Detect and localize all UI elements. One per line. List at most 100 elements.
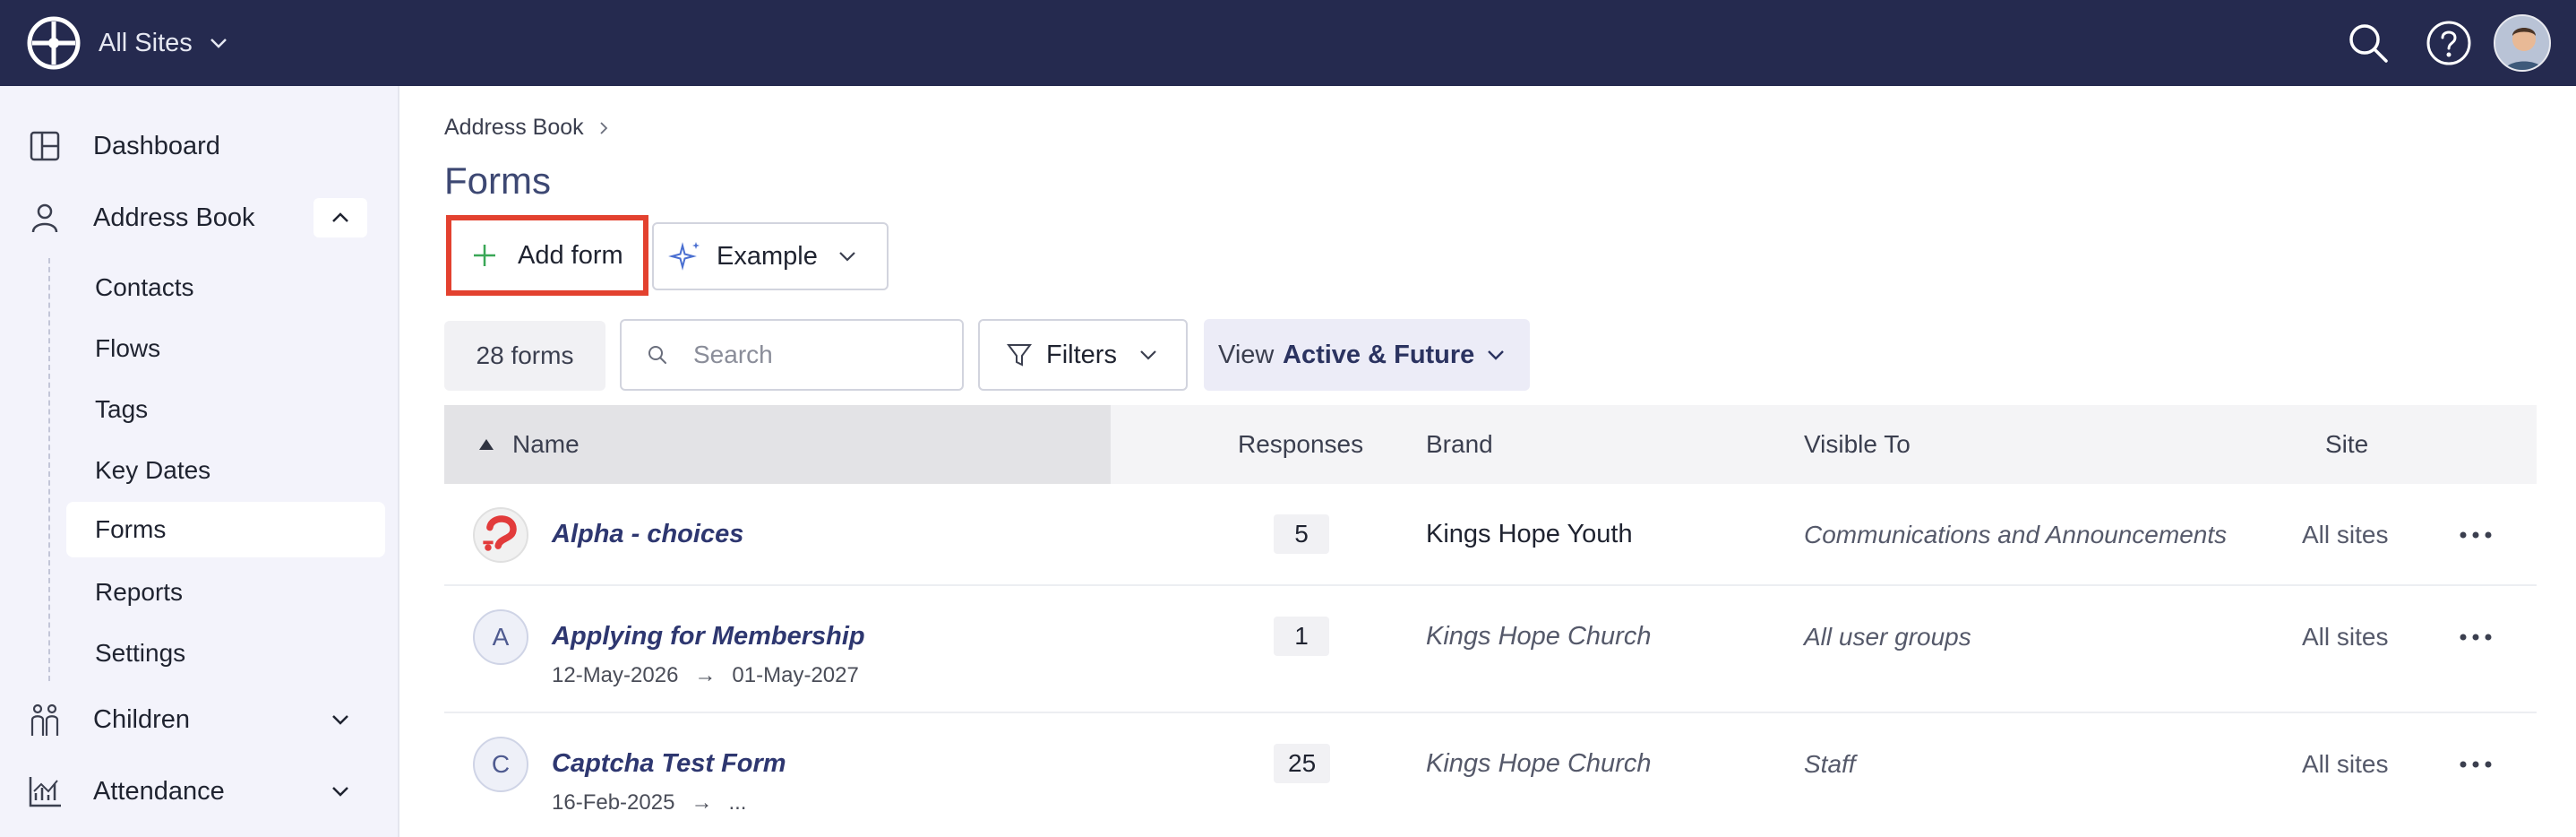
chevron-up-icon	[332, 212, 348, 222]
plus-icon	[474, 245, 495, 266]
form-name-link[interactable]: Alpha - choices	[552, 520, 743, 549]
responses-count[interactable]: 1	[1274, 617, 1329, 656]
column-header-brand[interactable]: Brand	[1426, 405, 1493, 484]
filters-button[interactable]: Filters	[978, 319, 1188, 391]
arrow-right-icon: →	[691, 790, 713, 815]
table-row[interactable]: C Captcha Test Form 16-Feb-2025 → ... 25…	[444, 713, 2537, 837]
sidebar-item-settings[interactable]: Settings	[66, 626, 385, 681]
start-date: 16-Feb-2025	[552, 790, 675, 815]
arrow-right-icon: →	[694, 663, 717, 687]
more-options-icon[interactable]	[2456, 522, 2495, 548]
chevron-right-icon	[600, 121, 607, 134]
responses-count[interactable]: 5	[1274, 514, 1329, 554]
end-date: ...	[728, 790, 747, 815]
form-name-link[interactable]: Captcha Test Form	[552, 749, 786, 779]
sidebar-item-address-book[interactable]: Address Book	[0, 186, 399, 249]
help-icon[interactable]	[2424, 18, 2474, 68]
breadcrumb-address-book[interactable]: Address Book	[444, 115, 584, 141]
end-date: 01-May-2027	[732, 663, 859, 687]
site-name: All sites	[2302, 623, 2389, 651]
site-selector[interactable]: All Sites	[99, 0, 230, 86]
view-value: Active & Future	[1283, 340, 1475, 369]
site-name: All sites	[2302, 750, 2389, 778]
form-name-link[interactable]: Applying for Membership	[552, 622, 865, 651]
chevron-down-icon	[210, 39, 227, 48]
chevron-down-icon	[839, 252, 855, 262]
globe-logo-icon[interactable]	[27, 16, 81, 70]
more-options-icon[interactable]	[2456, 624, 2495, 651]
breadcrumb: Address Book	[444, 115, 611, 141]
page-title: Forms	[444, 160, 551, 202]
sidebar-item-key-dates[interactable]: Key Dates	[66, 443, 385, 498]
column-label: Visible To	[1804, 430, 1911, 458]
sidebar-item-label: Key Dates	[95, 456, 211, 484]
form-brand-logo	[473, 507, 528, 563]
site-name: All sites	[2302, 521, 2389, 548]
sidebar-item-forms[interactable]: Forms	[66, 502, 385, 557]
chevron-down-icon	[332, 715, 348, 725]
view-prefix: View	[1218, 340, 1275, 369]
sidebar-item-flows[interactable]: Flows	[66, 321, 385, 376]
avatar-image	[2495, 16, 2549, 70]
sidebar-item-attendance[interactable]: Attendance	[0, 760, 399, 823]
responses-count[interactable]: 25	[1274, 744, 1331, 783]
sidebar-item-contacts[interactable]: Contacts	[66, 260, 385, 315]
view-select[interactable]: View Active & Future	[1204, 319, 1530, 391]
table-header: Name Responses Brand Visible To Site	[444, 405, 2537, 484]
chevron-down-icon	[1140, 350, 1156, 360]
visible-to: All user groups	[1804, 623, 1971, 651]
brand-logo-icon	[483, 515, 517, 551]
sidebar-item-label: Forms	[95, 515, 167, 543]
column-header-name[interactable]: Name	[478, 405, 580, 484]
collapse-toggle[interactable]	[313, 198, 367, 237]
start-date: 12-May-2026	[552, 663, 679, 687]
table-row[interactable]: A Applying for Membership 12-May-2026 → …	[444, 586, 2537, 713]
children-icon	[30, 703, 59, 736]
form-initial-avatar: A	[473, 609, 528, 665]
avatar[interactable]	[2494, 14, 2551, 72]
sidebar-item-label: Flows	[95, 334, 161, 362]
column-label: Site	[2325, 430, 2369, 458]
search-field[interactable]	[620, 319, 964, 391]
sidebar-item-label: Children	[93, 704, 190, 734]
sidebar-item-reports[interactable]: Reports	[66, 565, 385, 620]
person-icon	[31, 203, 58, 233]
search-input[interactable]	[693, 328, 953, 382]
column-header-site[interactable]: Site	[2325, 405, 2368, 484]
column-label: Brand	[1426, 430, 1493, 458]
table-row[interactable]: Alpha - choices 5 Kings Hope Youth Commu…	[444, 484, 2537, 586]
site-selector-label: All Sites	[99, 28, 193, 57]
column-header-visible-to[interactable]: Visible To	[1804, 405, 1911, 484]
chevron-down-icon	[332, 787, 348, 797]
expand-toggle[interactable]	[313, 700, 367, 739]
form-date-range: 16-Feb-2025 → ...	[552, 790, 746, 815]
more-options-icon[interactable]	[2456, 751, 2495, 778]
sidebar-item-dashboard[interactable]: Dashboard	[0, 115, 399, 177]
expand-toggle[interactable]	[313, 772, 367, 811]
brand-name: Kings Hope Church	[1426, 622, 1652, 651]
sidebar-item-label: Dashboard	[93, 131, 220, 160]
column-header-responses[interactable]: Responses	[1238, 405, 1363, 484]
example-label: Example	[717, 241, 818, 271]
sidebar-item-label: Attendance	[93, 776, 225, 806]
dashboard-icon	[30, 131, 60, 161]
sidebar-item-tags[interactable]: Tags	[66, 382, 385, 437]
column-label: Name	[512, 430, 580, 458]
sidebar-item-label: Reports	[95, 578, 184, 606]
brand-name: Kings Hope Church	[1426, 749, 1652, 778]
form-initial-avatar: C	[473, 737, 528, 792]
search-icon[interactable]	[2343, 18, 2393, 68]
sidebar-item-label: Contacts	[95, 273, 194, 301]
top-bar: All Sites	[0, 0, 2576, 86]
chart-icon	[29, 777, 61, 807]
chevron-down-icon	[1488, 350, 1504, 360]
add-form-button[interactable]: Add form	[446, 215, 648, 296]
add-form-label: Add form	[518, 240, 623, 270]
sidebar-item-children[interactable]: Children	[0, 688, 399, 751]
sidebar: Dashboard Address Book Contacts Flows Ta…	[0, 86, 399, 837]
brand-name: Kings Hope Youth	[1426, 520, 1633, 548]
sort-ascending-icon	[479, 439, 494, 450]
forms-count-badge: 28 forms	[444, 321, 605, 391]
example-button[interactable]: Example	[652, 222, 889, 290]
submenu-guide-line	[48, 258, 50, 681]
